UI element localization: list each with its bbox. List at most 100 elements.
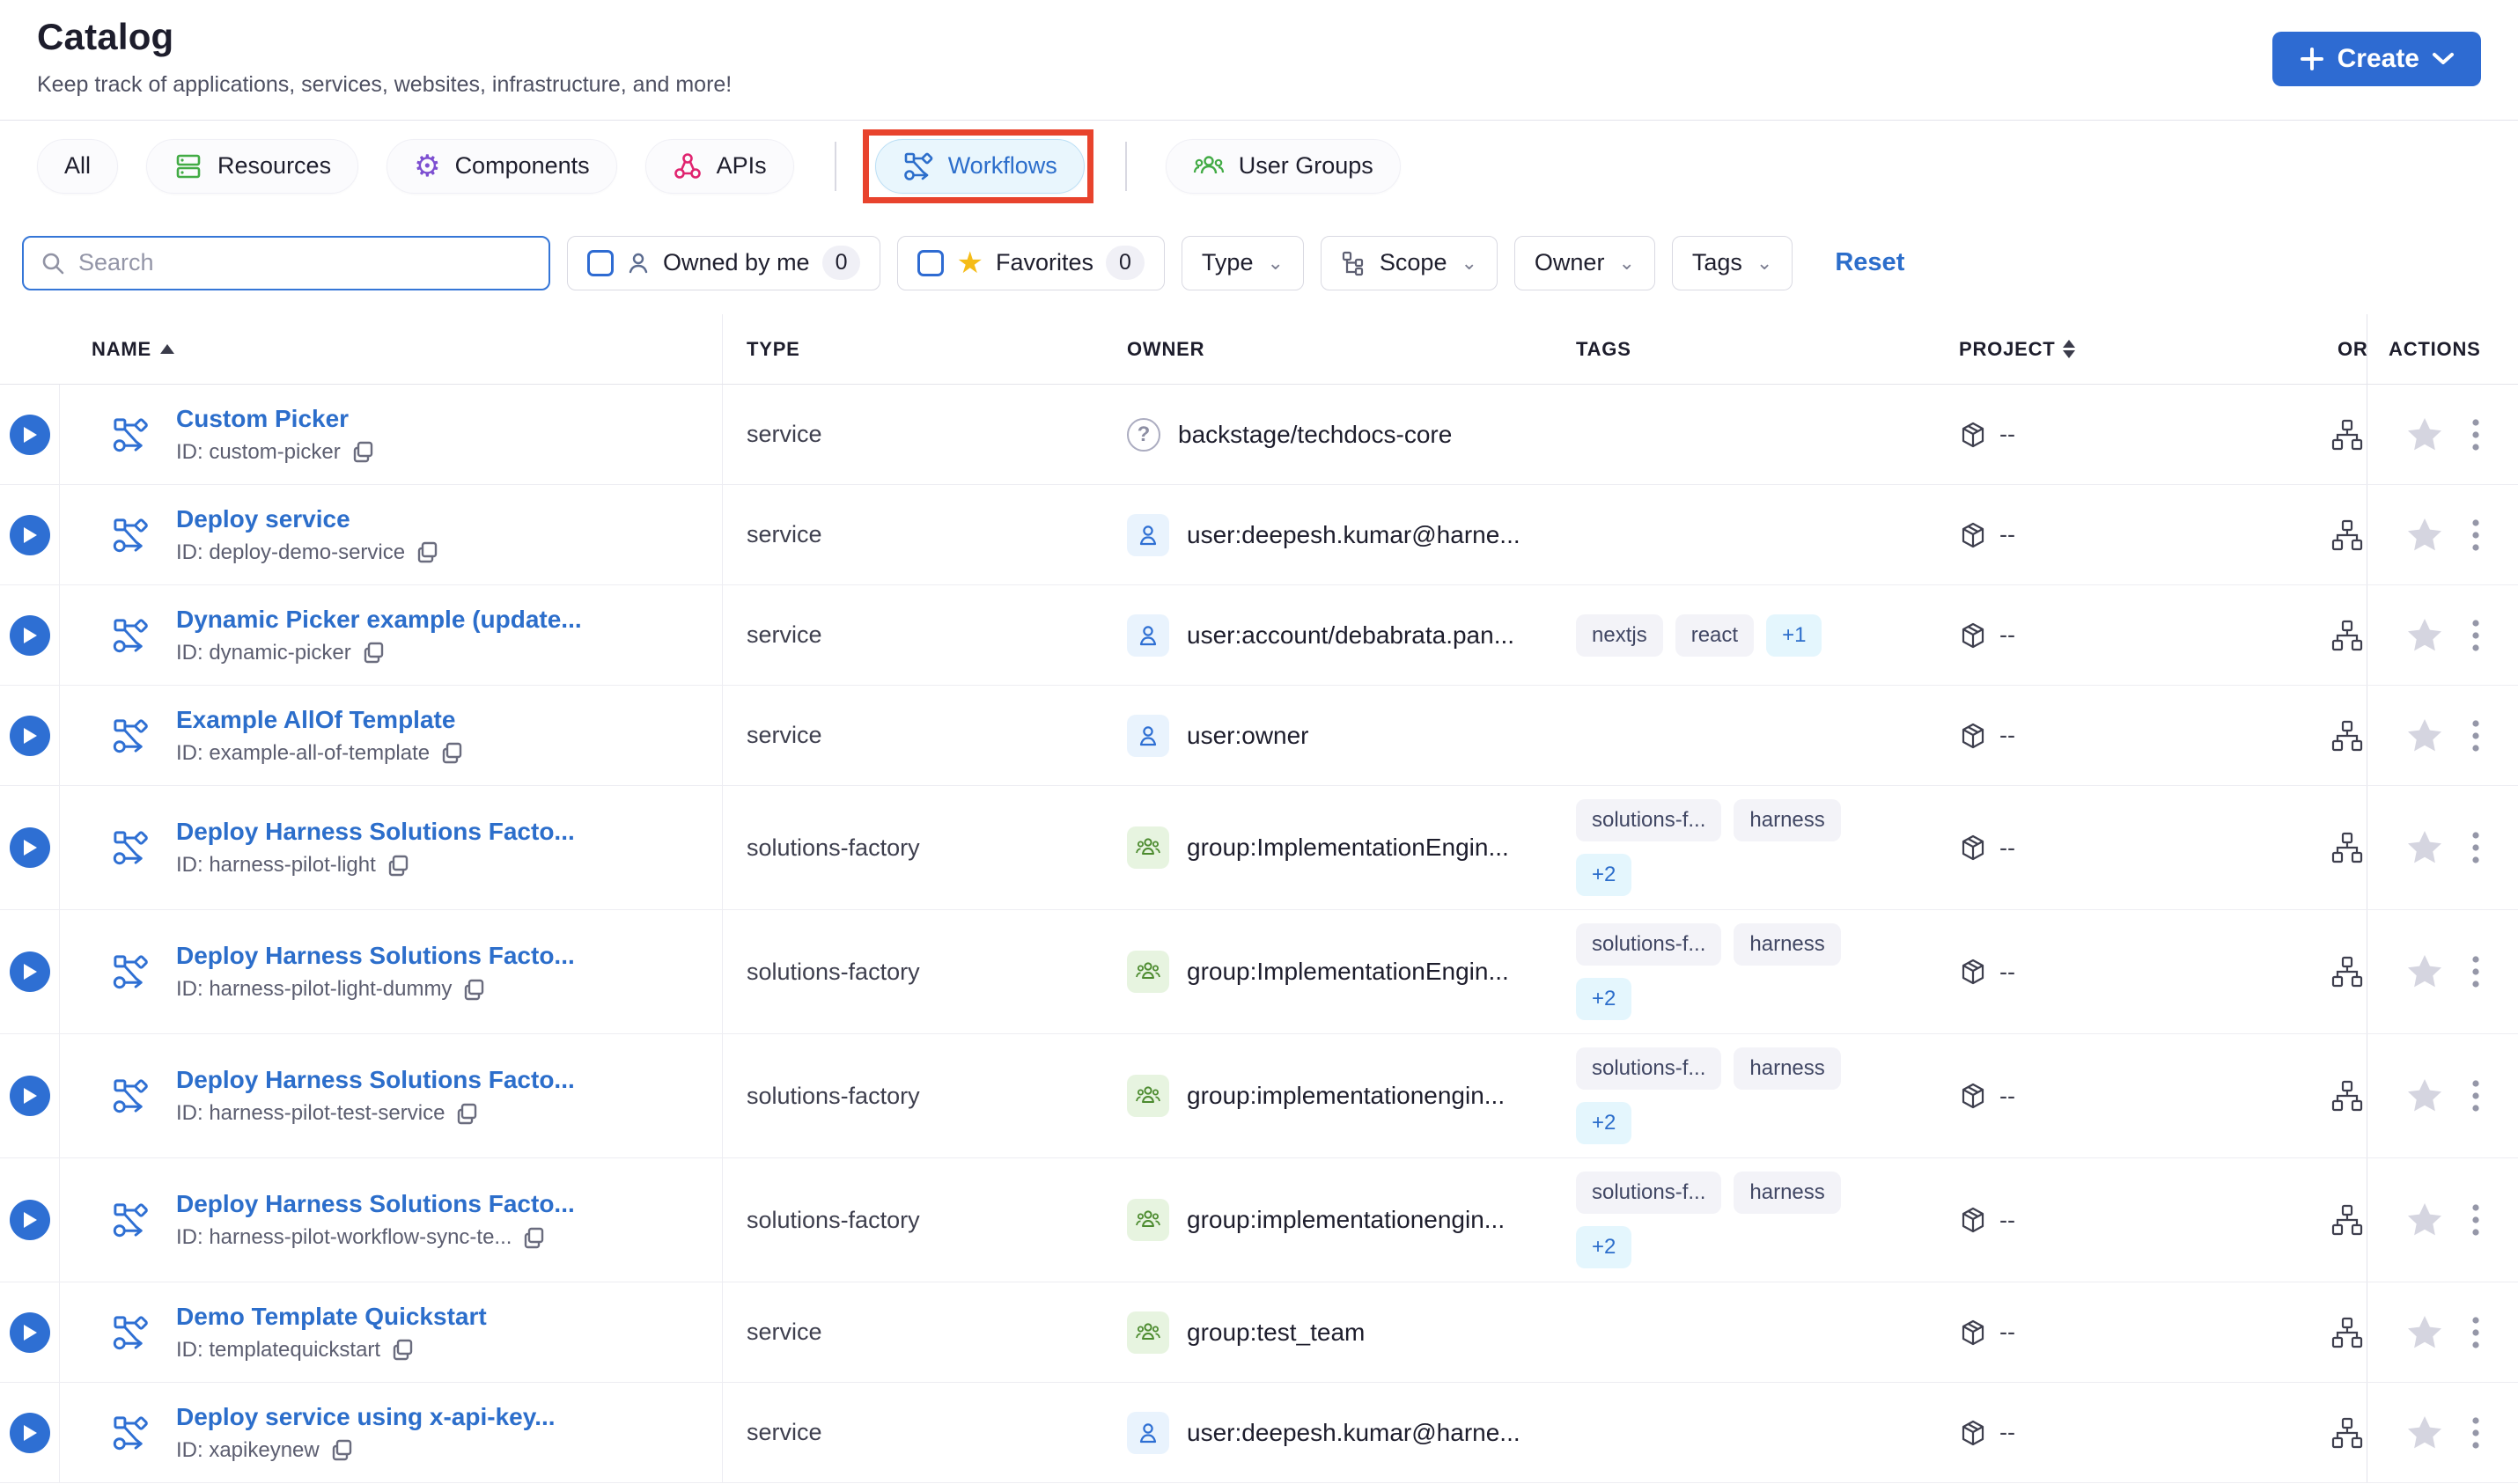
create-button[interactable]: Create	[2271, 32, 2481, 86]
row-menu-icon[interactable]	[2471, 1076, 2480, 1116]
tab-workflows-label: Workflows	[947, 152, 1057, 179]
owner-value: group:implementationengin...	[1187, 1082, 1506, 1109]
run-workflow-button[interactable]	[9, 1200, 50, 1240]
more-tags-badge[interactable]: +2	[1576, 1226, 1632, 1268]
workflow-name-link[interactable]: Deploy Harness Solutions Facto...	[176, 942, 575, 970]
tags-dropdown[interactable]: Tags ⌄	[1671, 235, 1793, 290]
type-value: service	[747, 621, 822, 648]
tab-all[interactable]: All	[37, 138, 119, 194]
name-cell: Deploy service using x-api-key... ID: xa…	[60, 1383, 722, 1482]
favorite-star-icon[interactable]	[2404, 827, 2445, 868]
workflow-name-link[interactable]: Custom Picker	[176, 405, 375, 433]
favorite-star-icon[interactable]	[2404, 716, 2445, 756]
row-menu-icon[interactable]	[2471, 1200, 2480, 1240]
run-workflow-button[interactable]	[9, 514, 50, 555]
type-cell: service	[722, 1282, 1109, 1382]
column-header-project[interactable]: PROJECT	[1955, 314, 2338, 384]
workflow-name-link[interactable]: Dynamic Picker example (update...	[176, 606, 582, 634]
more-tags-badge[interactable]: +2	[1576, 1102, 1632, 1144]
reset-filters-link[interactable]: Reset	[1835, 248, 1904, 277]
more-tags-badge[interactable]: +2	[1576, 978, 1632, 1020]
run-workflow-button[interactable]	[9, 827, 50, 868]
copy-icon[interactable]	[522, 1226, 546, 1250]
workflow-name-link[interactable]: Deploy Harness Solutions Facto...	[176, 1066, 575, 1094]
org-hierarchy-icon[interactable]	[2330, 418, 2364, 452]
workflow-name-link[interactable]: Deploy Harness Solutions Facto...	[176, 1190, 575, 1218]
owned-by-me-checkbox[interactable]	[587, 249, 614, 276]
copy-icon[interactable]	[462, 978, 486, 1002]
row-menu-icon[interactable]	[2471, 1312, 2480, 1353]
favorites-filter[interactable]: ★ Favorites 0	[897, 235, 1165, 290]
column-header-actions: ACTIONS	[2367, 314, 2518, 384]
more-tags-badge[interactable]: +2	[1576, 854, 1632, 896]
row-menu-icon[interactable]	[2471, 515, 2480, 555]
copy-icon[interactable]	[416, 540, 439, 564]
favorite-star-icon[interactable]	[2404, 415, 2445, 455]
user-icon	[1127, 613, 1169, 657]
favorite-star-icon[interactable]	[2404, 1076, 2445, 1116]
row-menu-icon[interactable]	[2471, 615, 2480, 656]
favorite-star-icon[interactable]	[2404, 515, 2445, 555]
owner-dropdown[interactable]: Owner ⌄	[1513, 235, 1655, 290]
org-hierarchy-icon[interactable]	[2330, 1416, 2364, 1450]
run-workflow-button[interactable]	[9, 1311, 50, 1353]
column-header-org-label: OR	[2338, 337, 2367, 360]
page-title: Catalog	[37, 16, 174, 57]
row-menu-icon[interactable]	[2471, 827, 2480, 868]
org-hierarchy-icon[interactable]	[2330, 955, 2364, 988]
run-workflow-button[interactable]	[9, 1412, 50, 1453]
org-hierarchy-icon[interactable]	[2330, 1316, 2364, 1349]
search-input[interactable]	[78, 249, 533, 276]
workflow-type-icon	[111, 1313, 150, 1352]
favorite-star-icon[interactable]	[2404, 1413, 2445, 1453]
scope-dropdown[interactable]: Scope ⌄	[1320, 235, 1498, 290]
run-workflow-button[interactable]	[9, 951, 50, 992]
tab-resources[interactable]: Resources	[146, 138, 359, 194]
run-workflow-button[interactable]	[9, 414, 50, 455]
row-menu-icon[interactable]	[2471, 415, 2480, 455]
tab-workflows[interactable]: Workflows	[874, 138, 1085, 194]
workflow-name-link[interactable]: Deploy Harness Solutions Facto...	[176, 818, 575, 846]
favorite-star-icon[interactable]	[2404, 951, 2445, 992]
favorite-star-icon[interactable]	[2404, 615, 2445, 656]
row-menu-icon[interactable]	[2471, 951, 2480, 992]
org-hierarchy-icon[interactable]	[2330, 719, 2364, 753]
favorite-star-icon[interactable]	[2404, 1312, 2445, 1353]
copy-icon[interactable]	[391, 1338, 415, 1362]
copy-icon[interactable]	[330, 1438, 354, 1462]
project-value: --	[1999, 1206, 2015, 1233]
user-icon	[1127, 513, 1169, 556]
tab-user-groups[interactable]: User Groups	[1165, 138, 1401, 194]
favorites-checkbox[interactable]	[917, 249, 945, 276]
copy-icon[interactable]	[362, 641, 386, 665]
org-hierarchy-icon[interactable]	[2330, 1079, 2364, 1113]
org-hierarchy-icon[interactable]	[2330, 831, 2364, 864]
more-tags-badge[interactable]: +1	[1766, 613, 1822, 657]
owned-by-me-filter[interactable]: Owned by me 0	[567, 235, 881, 290]
org-hierarchy-icon[interactable]	[2330, 1203, 2364, 1237]
org-hierarchy-icon[interactable]	[2330, 619, 2364, 652]
copy-icon[interactable]	[455, 1102, 479, 1126]
workflow-name-link[interactable]: Deploy service using x-api-key...	[176, 1403, 556, 1431]
tags-cell: solutions-f... harness +2	[1567, 786, 1955, 909]
chevron-down-icon: ⌄	[1618, 251, 1635, 274]
row-menu-icon[interactable]	[2471, 716, 2480, 756]
workflow-name-link[interactable]: Example AllOf Template	[176, 706, 464, 734]
org-hierarchy-icon[interactable]	[2330, 518, 2364, 552]
row-menu-icon[interactable]	[2471, 1413, 2480, 1453]
tab-components[interactable]: ⚙ Components	[387, 138, 617, 194]
run-workflow-button[interactable]	[9, 715, 50, 756]
favorite-star-icon[interactable]	[2404, 1200, 2445, 1240]
workflow-name-link[interactable]: Deploy service	[176, 505, 439, 533]
column-header-name[interactable]: NAME	[0, 314, 722, 384]
copy-icon[interactable]	[351, 440, 375, 464]
run-workflow-button[interactable]	[9, 614, 50, 656]
copy-icon[interactable]	[440, 741, 464, 765]
type-dropdown[interactable]: Type ⌄	[1181, 235, 1304, 290]
tab-apis[interactable]: APIs	[644, 138, 794, 194]
actions-cell	[2367, 1383, 2518, 1482]
run-workflow-button[interactable]	[9, 1076, 50, 1116]
star-icon: ★	[956, 246, 983, 280]
workflow-name-link[interactable]: Demo Template Quickstart	[176, 1303, 487, 1331]
copy-icon[interactable]	[387, 854, 410, 878]
